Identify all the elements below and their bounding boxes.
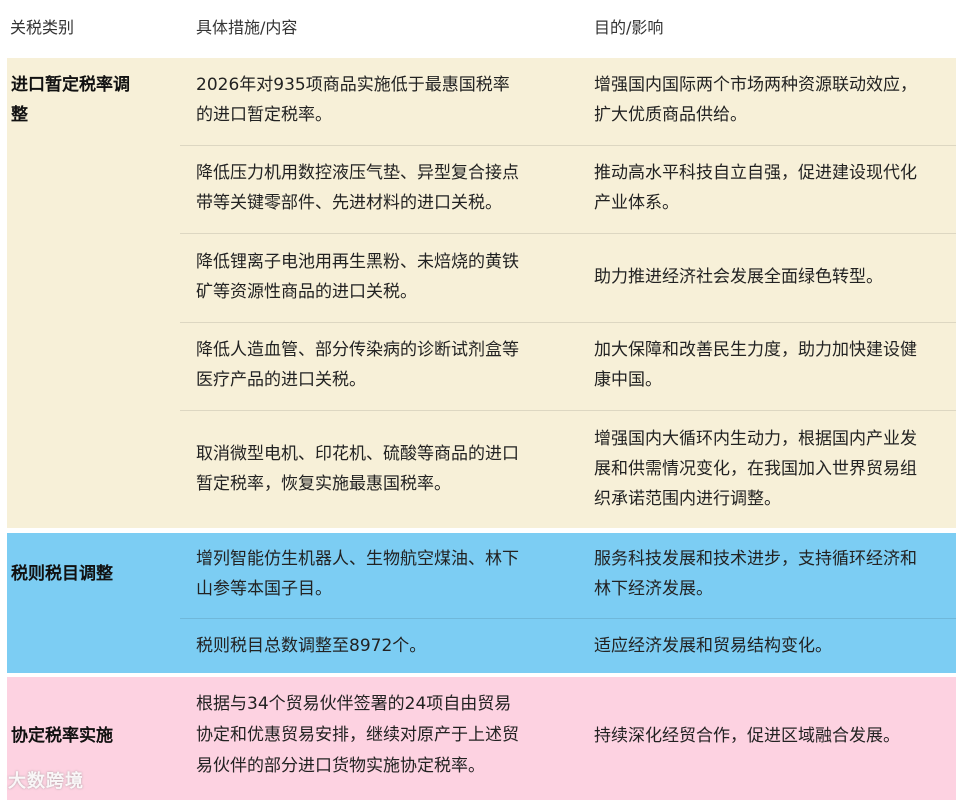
measure-text: 山参等本国子目。: [196, 579, 332, 599]
measure-text: 易伙伴的部分进口货物实施协定税率。: [196, 756, 485, 776]
measure-text: 税则税目总数调整至8972个。: [196, 636, 427, 656]
effect-text: 推动高水平科技自立自强，促进建设现代化: [594, 163, 917, 183]
effect-text: 服务科技发展和技术进步，支持循环经济和: [594, 549, 917, 569]
measure-text: 降低锂离子电池用再生黑粉、未焙烧的黄铁: [196, 252, 519, 272]
header-effect: 目的/影响: [594, 18, 664, 37]
category-label: 协定税率实施: [11, 726, 113, 746]
effect-text: 扩大优质商品供给。: [594, 105, 747, 125]
row-divider: [180, 233, 956, 234]
header-measure: 具体措施/内容: [196, 18, 298, 37]
effect-text: 增强国内大循环内生动力，根据国内产业发: [594, 429, 917, 449]
measure-text: 带等关键零部件、先进材料的进口关税。: [196, 193, 502, 213]
measure-text: 暂定税率，恢复实施最惠国税率。: [196, 474, 451, 494]
measure-text: 增列智能仿生机器人、生物航空煤油、林下: [196, 549, 519, 569]
measure-text: 协定和优惠贸易安排，继续对原产于上述贸: [196, 725, 519, 745]
effect-text: 康中国。: [594, 370, 662, 390]
measure-text: 降低人造血管、部分传染病的诊断试剂盒等: [196, 340, 519, 360]
effect-text: 加大保障和改善民生力度，助力加快建设健: [594, 340, 917, 360]
measure-text: 取消微型电机、印花机、硫酸等商品的进口: [196, 444, 519, 464]
effect-text: 展和供需情况变化，在我国加入世界贸易组: [594, 459, 917, 479]
measure-text: 降低压力机用数控液压气垫、异型复合接点: [196, 163, 519, 183]
row-divider: [180, 410, 956, 411]
measure-text: 2026年对935项商品实施低于最惠国税率: [196, 75, 510, 95]
row-divider: [180, 322, 956, 323]
category-label: 整: [11, 105, 28, 125]
effect-text: 助力推进经济社会发展全面绿色转型。: [594, 267, 883, 287]
measure-text: 的进口暂定税率。: [196, 105, 332, 125]
category-label: 税则税目调整: [11, 564, 113, 584]
measure-text: 根据与34个贸易伙伴签署的24项自由贸易: [196, 694, 512, 714]
row-divider: [180, 145, 956, 146]
effect-text: 增强国内国际两个市场两种资源联动效应，: [594, 75, 917, 95]
table-header: 关税类别 具体措施/内容 目的/影响: [0, 0, 961, 56]
effect-text: 适应经济发展和贸易结构变化。: [594, 636, 832, 656]
measure-text: 矿等资源性商品的进口关税。: [196, 282, 417, 302]
measure-text: 医疗产品的进口关税。: [196, 370, 366, 390]
effect-text: 持续深化经贸合作，促进区域融合发展。: [594, 726, 900, 746]
row-divider: [180, 618, 956, 619]
header-category: 关税类别: [10, 18, 75, 37]
effect-text: 织承诺范围内进行调整。: [594, 489, 781, 509]
category-label: 进口暂定税率调: [11, 75, 130, 95]
effect-text: 产业体系。: [594, 193, 679, 213]
watermark-logo: 大数跨境: [8, 771, 84, 792]
effect-text: 林下经济发展。: [594, 579, 713, 599]
